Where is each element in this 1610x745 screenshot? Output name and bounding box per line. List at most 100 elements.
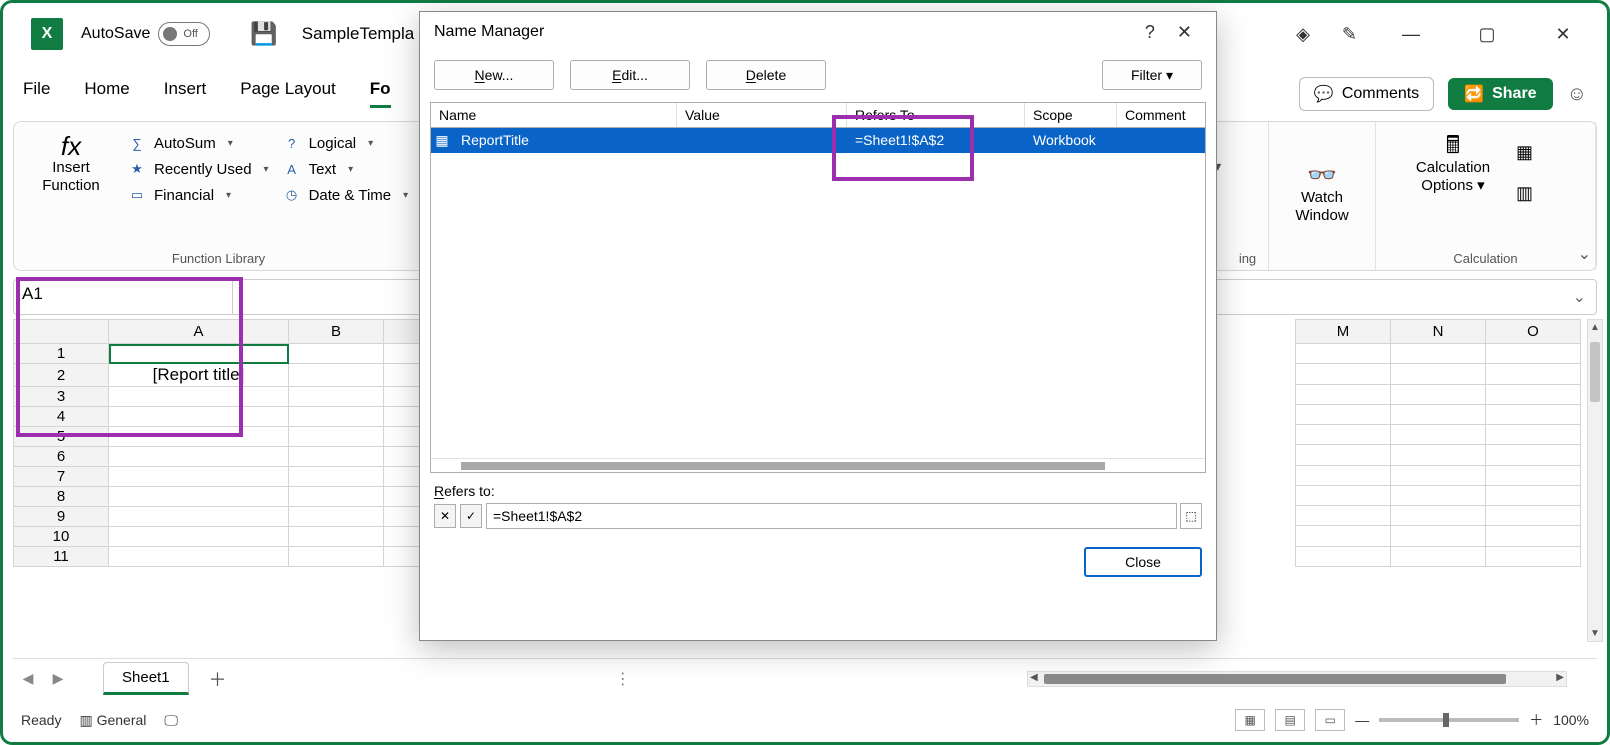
tab-nav-next[interactable]: ▶: [43, 670, 73, 687]
tab-insert[interactable]: Insert: [164, 79, 207, 108]
window-minimize[interactable]: —: [1389, 24, 1433, 45]
col-header-a[interactable]: A: [109, 320, 289, 344]
refers-cell: =Sheet1!$A$2: [847, 128, 1025, 153]
window-close[interactable]: ✕: [1541, 24, 1585, 45]
delete-name-button[interactable]: Delete: [706, 60, 826, 90]
tab-home[interactable]: Home: [84, 79, 129, 108]
autosave-label: AutoSave: [81, 25, 150, 43]
col-header-o[interactable]: O: [1486, 320, 1581, 344]
dialog-close-x[interactable]: ✕: [1167, 22, 1202, 43]
scroll-right-icon[interactable]: ▶: [1556, 672, 1564, 683]
save-icon[interactable]: 💾: [250, 21, 277, 47]
name-box[interactable]: A1: [13, 279, 233, 315]
text-button[interactable]: AText: [283, 160, 409, 178]
hscroll-thumb[interactable]: [1044, 674, 1506, 684]
row-header[interactable]: 3: [14, 387, 109, 407]
select-all-corner[interactable]: [14, 320, 109, 344]
dialog-hscroll[interactable]: [431, 458, 1205, 472]
view-normal-button[interactable]: ▦: [1235, 709, 1265, 731]
vertical-scrollbar[interactable]: ▲ ▼: [1587, 319, 1603, 642]
tab-file[interactable]: File: [23, 79, 50, 108]
col-refers-header[interactable]: Refers To: [847, 103, 1025, 127]
row-header[interactable]: 1: [14, 344, 109, 364]
scroll-up-icon[interactable]: ▲: [1588, 322, 1602, 333]
refers-to-label: Refers to:: [434, 483, 1202, 499]
col-header-b[interactable]: B: [289, 320, 384, 344]
insert-function-label: Insert Function: [28, 159, 114, 195]
tab-formulas[interactable]: Fo: [370, 79, 391, 108]
horizontal-scrollbar[interactable]: ◀ ▶: [1027, 671, 1567, 687]
share-icon: 🔁: [1464, 84, 1484, 104]
formula-expand-icon[interactable]: ⌄: [1573, 287, 1586, 307]
refers-accept-button[interactable]: ✓: [460, 504, 482, 528]
row-header[interactable]: 10: [14, 527, 109, 547]
filter-button[interactable]: Filter ▾: [1102, 60, 1202, 90]
comments-label: Comments: [1342, 85, 1419, 103]
col-name-header[interactable]: Name: [431, 103, 677, 127]
scroll-down-icon[interactable]: ▼: [1588, 628, 1602, 639]
recently-used-label: Recently Used: [154, 161, 252, 178]
recently-used-button[interactable]: ★Recently Used: [128, 160, 269, 178]
row-header[interactable]: 2: [14, 364, 109, 387]
zoom-level[interactable]: 100%: [1553, 712, 1589, 728]
dialog-close-button[interactable]: Close: [1084, 547, 1202, 577]
insert-function-button[interactable]: fx Insert Function: [28, 128, 114, 204]
refers-cancel-button[interactable]: ✕: [434, 504, 456, 528]
col-header-n[interactable]: N: [1391, 320, 1486, 344]
scroll-left-icon[interactable]: ◀: [1030, 672, 1038, 683]
cell-a2[interactable]: [Report title]: [109, 364, 289, 387]
dialog-help-button[interactable]: ?: [1133, 22, 1167, 43]
autosave-toggle[interactable]: Off: [158, 22, 210, 46]
row-header[interactable]: 4: [14, 407, 109, 427]
col-comment-header[interactable]: Comment: [1117, 103, 1205, 127]
calc-sheet-icon[interactable]: ▥: [1516, 183, 1533, 204]
feedback-smiley-icon[interactable]: ☺: [1567, 83, 1587, 106]
scope-cell: Workbook: [1025, 128, 1117, 153]
watch-window-button[interactable]: 👓 Watch Window: [1269, 122, 1376, 270]
calc-now-icon[interactable]: ▦: [1516, 142, 1533, 163]
share-button[interactable]: 🔁 Share: [1448, 78, 1552, 110]
calculation-options-button[interactable]: 🖩 Calculation Options ▾: [1390, 128, 1516, 204]
financial-button[interactable]: ▭Financial: [128, 186, 269, 204]
date-time-button[interactable]: ◷Date & Time: [283, 186, 409, 204]
document-title: SampleTempla: [302, 24, 414, 44]
col-scope-header[interactable]: Scope: [1025, 103, 1117, 127]
premium-diamond-icon[interactable]: ◈: [1296, 24, 1310, 45]
magic-pen-icon[interactable]: ✎: [1342, 24, 1357, 45]
sheet-tab-sheet1[interactable]: Sheet1: [103, 662, 189, 695]
function-library-group-label: Function Library: [14, 251, 423, 266]
range-picker-button[interactable]: ⬚: [1180, 503, 1202, 529]
row-header[interactable]: 9: [14, 507, 109, 527]
row-header[interactable]: 8: [14, 487, 109, 507]
zoom-out-button[interactable]: —: [1355, 712, 1369, 728]
zoom-slider[interactable]: [1379, 718, 1519, 722]
view-page-layout-button[interactable]: ▤: [1275, 709, 1305, 731]
new-name-button[interactable]: New...: [434, 60, 554, 90]
name-row-reporttitle[interactable]: ▦ ReportTitle =Sheet1!$A$2 Workbook: [431, 128, 1205, 153]
cell-a1[interactable]: [109, 344, 289, 364]
name-list: Name Value Refers To Scope Comment ▦ Rep…: [430, 102, 1206, 473]
autosum-button[interactable]: ∑AutoSum: [128, 134, 269, 152]
autosum-label: AutoSum: [154, 135, 216, 152]
view-page-break-button[interactable]: ▭: [1315, 709, 1345, 731]
logical-label: Logical: [309, 135, 357, 152]
ribbon-tabs: File Home Insert Page Layout Fo: [23, 79, 391, 108]
row-header[interactable]: 11: [14, 547, 109, 567]
zoom-in-button[interactable]: ＋: [1529, 710, 1543, 730]
edit-name-button[interactable]: Edit...: [570, 60, 690, 90]
logical-button[interactable]: ?Logical: [283, 134, 409, 152]
status-display-settings-icon[interactable]: 🖵: [164, 712, 178, 729]
row-header[interactable]: 7: [14, 467, 109, 487]
row-header[interactable]: 6: [14, 447, 109, 467]
col-value-header[interactable]: Value: [677, 103, 847, 127]
refers-to-input[interactable]: [486, 503, 1177, 529]
tab-page-layout[interactable]: Page Layout: [240, 79, 335, 108]
window-restore[interactable]: ▢: [1465, 24, 1509, 45]
add-sheet-button[interactable]: ＋: [209, 666, 227, 692]
row-header[interactable]: 5: [14, 427, 109, 447]
scrollbar-thumb[interactable]: [1590, 342, 1600, 402]
comments-button[interactable]: 💬 Comments: [1299, 77, 1434, 111]
tab-nav-prev[interactable]: ◀: [13, 670, 43, 687]
col-header-m[interactable]: M: [1296, 320, 1391, 344]
ribbon-collapse-icon[interactable]: ⌄: [1578, 244, 1591, 264]
